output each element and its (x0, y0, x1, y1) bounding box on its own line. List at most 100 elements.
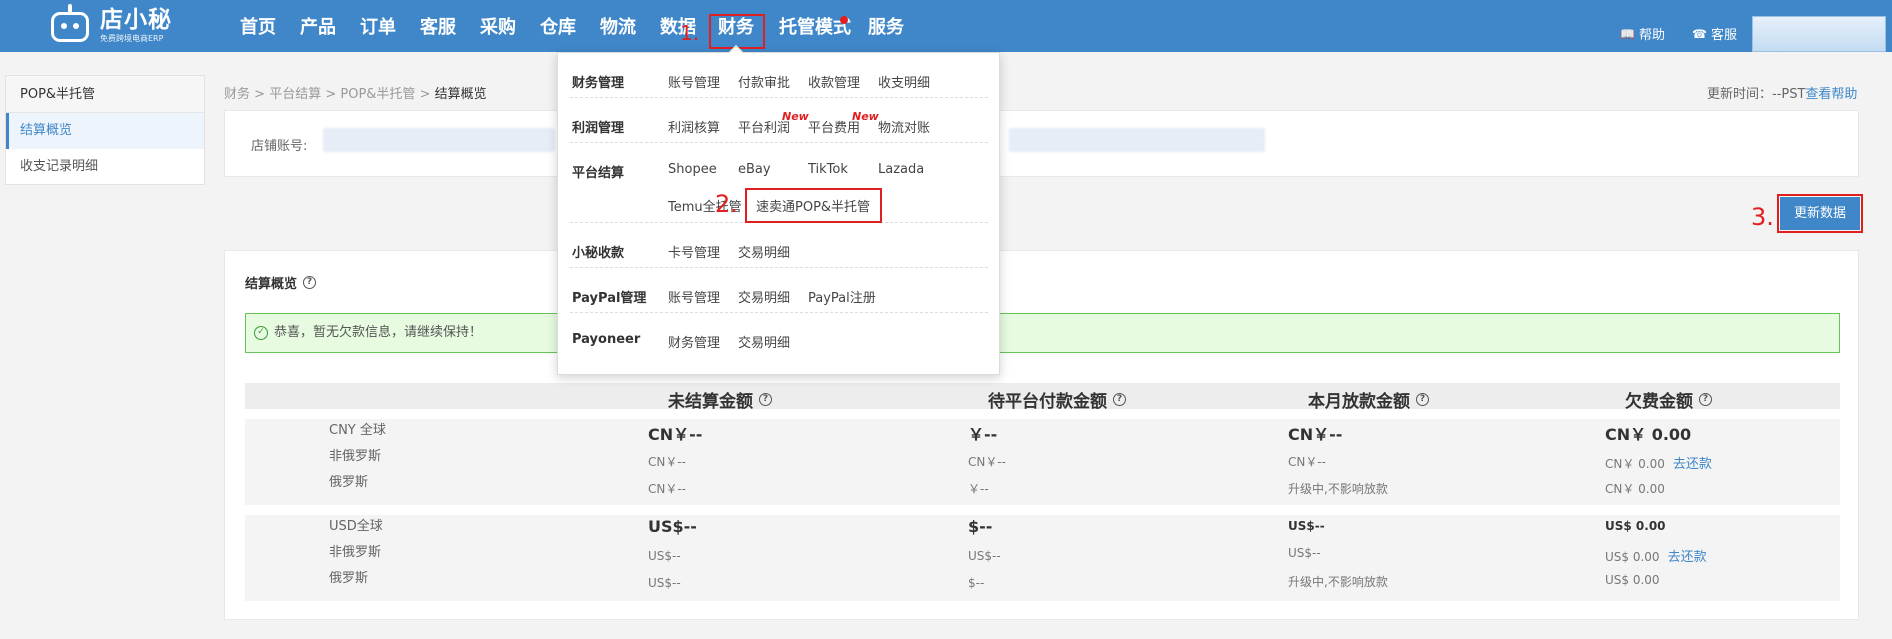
pending-value: $-- (968, 576, 985, 590)
menu-link[interactable]: 交易明细 (738, 242, 790, 261)
menu-link[interactable]: Shopee (668, 162, 717, 177)
question-icon[interactable]: ? (1113, 393, 1126, 406)
menu-link[interactable]: TikTok (808, 162, 848, 177)
shop-account-select[interactable] (323, 128, 555, 152)
new-badge: New (852, 110, 879, 123)
menu-link[interactable]: 交易明细 (738, 287, 790, 306)
view-help-link[interactable]: 查看帮助 (1805, 87, 1857, 102)
pending-total: ￥-- (968, 425, 998, 444)
shop-account-label: 店铺账号: (251, 139, 308, 154)
nav-products[interactable]: 产品 (300, 18, 336, 38)
arrears-total: US$ 0.00 (1605, 519, 1666, 533)
menu-link[interactable]: Lazada (878, 162, 924, 177)
arrears-value: US$ 0.00 去还款 (1605, 550, 1707, 565)
help-link[interactable]: 📖 帮助 (1620, 24, 1665, 44)
disbursed-value: 升级中,不影响放款 (1288, 482, 1388, 496)
nav-purchase[interactable]: 采购 (480, 18, 516, 38)
menu-category: 小秘收款 (572, 246, 625, 261)
column-unsettled: 未结算金额? (668, 387, 772, 412)
question-icon[interactable]: ? (759, 393, 772, 406)
table-header: 未结算金额? 待平台付款金额? 本月放款金额? 欠费金额? (245, 383, 1840, 412)
nav-home[interactable]: 首页 (240, 18, 276, 38)
pending-value: ￥-- (968, 482, 989, 496)
breadcrumb-current: 结算概览 (434, 87, 487, 102)
row-label: USD全球 (329, 519, 383, 534)
menu-link[interactable]: 账号管理 (668, 287, 720, 306)
breadcrumb-item[interactable]: 平台结算 (269, 87, 321, 102)
sidebar: POP&半托管 结算概览 收支记录明细 (5, 75, 205, 185)
sidebar-title: POP&半托管 (6, 76, 204, 113)
overview-title-text: 结算概览 (245, 277, 298, 292)
menu-link[interactable]: 利润核算 (668, 117, 720, 136)
question-icon[interactable]: ? (303, 276, 317, 289)
unsettled-value: US$-- (648, 576, 681, 590)
no-debt-notice: ✓ 恭喜，暂无欠款信息，请继续保持！ (245, 313, 1840, 353)
column-pending-platform-payment: 待平台付款金额? (988, 387, 1126, 412)
annotation-step-3: 3. (1751, 203, 1774, 231)
menu-link[interactable]: 账号管理 (668, 72, 720, 91)
disbursed-total: CN￥-- (1288, 425, 1343, 444)
disbursed-total: US$-- (1288, 519, 1325, 533)
service-link[interactable]: ☎ 客服 (1692, 24, 1737, 44)
disbursed-value: US$-- (1288, 546, 1321, 560)
menu-link[interactable]: 交易明细 (738, 332, 790, 351)
menu-category: 利润管理 (572, 121, 625, 136)
arrears-value: CN￥ 0.00 (1605, 482, 1665, 496)
notification-dot (840, 16, 848, 24)
filter-card: 店铺账号: (224, 110, 1859, 177)
brand-slogan: 免费跨境电商ERP (100, 34, 164, 43)
menu-link[interactable]: PayPal注册 (808, 287, 876, 306)
menu-link[interactable]: 卡号管理 (668, 242, 720, 261)
brand-name: 店小秘 (100, 7, 172, 33)
annotation-step-1: 1. (680, 21, 700, 45)
pending-value: CN￥-- (968, 455, 1007, 469)
overview-title: 结算概览 ? (245, 273, 317, 292)
column-monthly-disbursed: 本月放款金额? (1308, 387, 1429, 412)
shop-account-select-2[interactable] (1009, 128, 1265, 152)
repay-link[interactable]: 去还款 (1673, 457, 1712, 472)
unsettled-value: US$-- (648, 549, 681, 563)
sidebar-item-settlement-overview[interactable]: 结算概览 (6, 113, 204, 149)
menu-category: PayPal管理 (572, 291, 647, 306)
nav-logistics[interactable]: 物流 (600, 18, 636, 38)
breadcrumb-item[interactable]: POP&半托管 (340, 87, 415, 102)
update-time-label: 更新时间：--PST (1707, 87, 1806, 102)
sidebar-item-income-expense-records[interactable]: 收支记录明细 (6, 149, 204, 185)
nav-services[interactable]: 服务 (868, 18, 904, 38)
menu-link[interactable]: 付款审批 (738, 72, 790, 91)
row-label: 非俄罗斯 (329, 545, 382, 560)
question-icon[interactable]: ? (1699, 393, 1712, 406)
nav-warehouse[interactable]: 仓库 (540, 18, 576, 38)
menu-link[interactable]: 财务管理 (668, 332, 720, 351)
menu-link[interactable]: 收支明细 (878, 72, 930, 91)
finance-dropdown-menu: 财务管理 账号管理 付款审批 收款管理 收支明细 利润管理 利润核算 平台利润 … (557, 44, 1000, 375)
nav-customer-service[interactable]: 客服 (420, 18, 456, 38)
unsettled-value: CN￥-- (648, 455, 687, 469)
repay-link[interactable]: 去还款 (1668, 550, 1707, 565)
annotation-box-finance (709, 14, 765, 49)
robot-logo-icon (48, 3, 92, 47)
settlement-overview-card: 结算概览 ? ✓ 恭喜，暂无欠款信息，请继续保持！ 未结算金额? 待平台付款金额… (224, 250, 1859, 620)
menu-link[interactable]: 物流对账 (878, 117, 930, 136)
menu-link[interactable]: 收款管理 (808, 72, 860, 91)
book-icon: 📖 (1620, 26, 1635, 41)
user-account-box[interactable] (1752, 16, 1886, 52)
breadcrumb: 财务 > 平台结算 > POP&半托管 > 结算概览 (224, 87, 487, 102)
table-row-usd: USD全球 非俄罗斯 俄罗斯 US$-- US$-- US$-- $-- US$… (245, 515, 1840, 601)
menu-category: Payoneer (572, 332, 641, 347)
menu-link[interactable]: eBay (738, 162, 771, 177)
breadcrumb-item[interactable]: 财务 (224, 87, 250, 102)
question-icon[interactable]: ? (1416, 393, 1429, 406)
arrears-value: US$ 0.00 (1605, 573, 1660, 587)
logo[interactable]: 店小秘 免费跨境电商ERP (48, 3, 172, 47)
nav-orders[interactable]: 订单 (360, 18, 396, 38)
unsettled-total: CN￥-- (648, 425, 703, 444)
annotation-box-aliexpress-pop (745, 188, 882, 223)
unsettled-total: US$-- (648, 517, 697, 536)
check-circle-icon: ✓ (254, 326, 268, 340)
row-label: CNY 全球 (329, 423, 386, 438)
annotation-step-2: 2. (715, 190, 738, 218)
column-arrears: 欠费金额? (1625, 387, 1712, 412)
menu-category: 平台结算 (572, 166, 625, 181)
disbursed-value: CN￥-- (1288, 455, 1327, 469)
